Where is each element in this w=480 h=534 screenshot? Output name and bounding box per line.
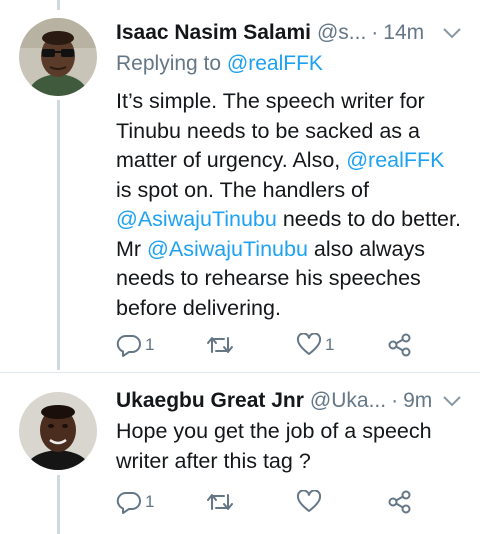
mention-link[interactable]: @realFFK: [346, 148, 444, 172]
separator-dot: ·: [391, 389, 399, 412]
user-handle[interactable]: @Uka...: [310, 389, 386, 413]
tweet-actions: 1 1: [116, 330, 480, 360]
timestamp[interactable]: 9m: [403, 389, 432, 413]
tweet-actions: 1: [116, 487, 480, 517]
tweet[interactable]: Ukaegbu Great Jnr @Uka... · 9m Hope you …: [0, 380, 480, 534]
avatar[interactable]: [19, 18, 97, 96]
retweet-button[interactable]: [206, 487, 237, 517]
text-segment: Hope you get the job of a speech writer …: [116, 419, 432, 473]
retweet-icon: [206, 490, 234, 514]
share-icon: [387, 332, 413, 358]
retweet-button[interactable]: [206, 330, 237, 360]
tweet-text: Hope you get the job of a speech writer …: [116, 417, 450, 476]
reply-count: 1: [145, 335, 155, 354]
chevron-down-icon[interactable]: [442, 26, 468, 40]
mention-link[interactable]: @AsiwajuTinubu: [147, 237, 308, 261]
reply-button[interactable]: 1: [116, 487, 154, 517]
replying-prefix: Replying to: [116, 52, 227, 75]
share-button[interactable]: [387, 487, 413, 517]
tweet-text: It’s simple. The speech writer for Tinub…: [116, 87, 466, 323]
share-button[interactable]: [387, 330, 413, 360]
user-handle[interactable]: @s...: [317, 21, 366, 45]
reply-icon: [116, 490, 142, 514]
mention-link[interactable]: @AsiwajuTinubu: [116, 207, 277, 231]
like-count: 1: [325, 335, 335, 354]
tweet-divider: [0, 372, 480, 373]
retweet-icon: [206, 333, 234, 357]
replying-handle-link[interactable]: @realFFK: [227, 52, 323, 75]
display-name[interactable]: Ukaegbu Great Jnr: [116, 389, 304, 413]
replying-to: Replying to @realFFK: [116, 52, 323, 76]
display-name[interactable]: Isaac Nasim Salami: [116, 21, 311, 45]
like-button[interactable]: [296, 487, 325, 517]
reply-count: 1: [145, 492, 155, 511]
text-segment: is spot on. The handlers of: [116, 177, 369, 202]
like-button[interactable]: 1: [296, 330, 334, 360]
like-icon: [296, 490, 322, 514]
separator-dot: ·: [371, 21, 379, 44]
reply-icon: [116, 333, 142, 357]
share-icon: [387, 489, 413, 515]
reply-button[interactable]: 1: [116, 330, 154, 360]
like-icon: [296, 333, 322, 357]
timestamp[interactable]: 14m: [383, 21, 424, 45]
tweet[interactable]: Isaac Nasim Salami @s... · 14m Replying …: [0, 0, 480, 370]
avatar[interactable]: [19, 392, 97, 470]
chevron-down-icon[interactable]: [442, 394, 468, 408]
